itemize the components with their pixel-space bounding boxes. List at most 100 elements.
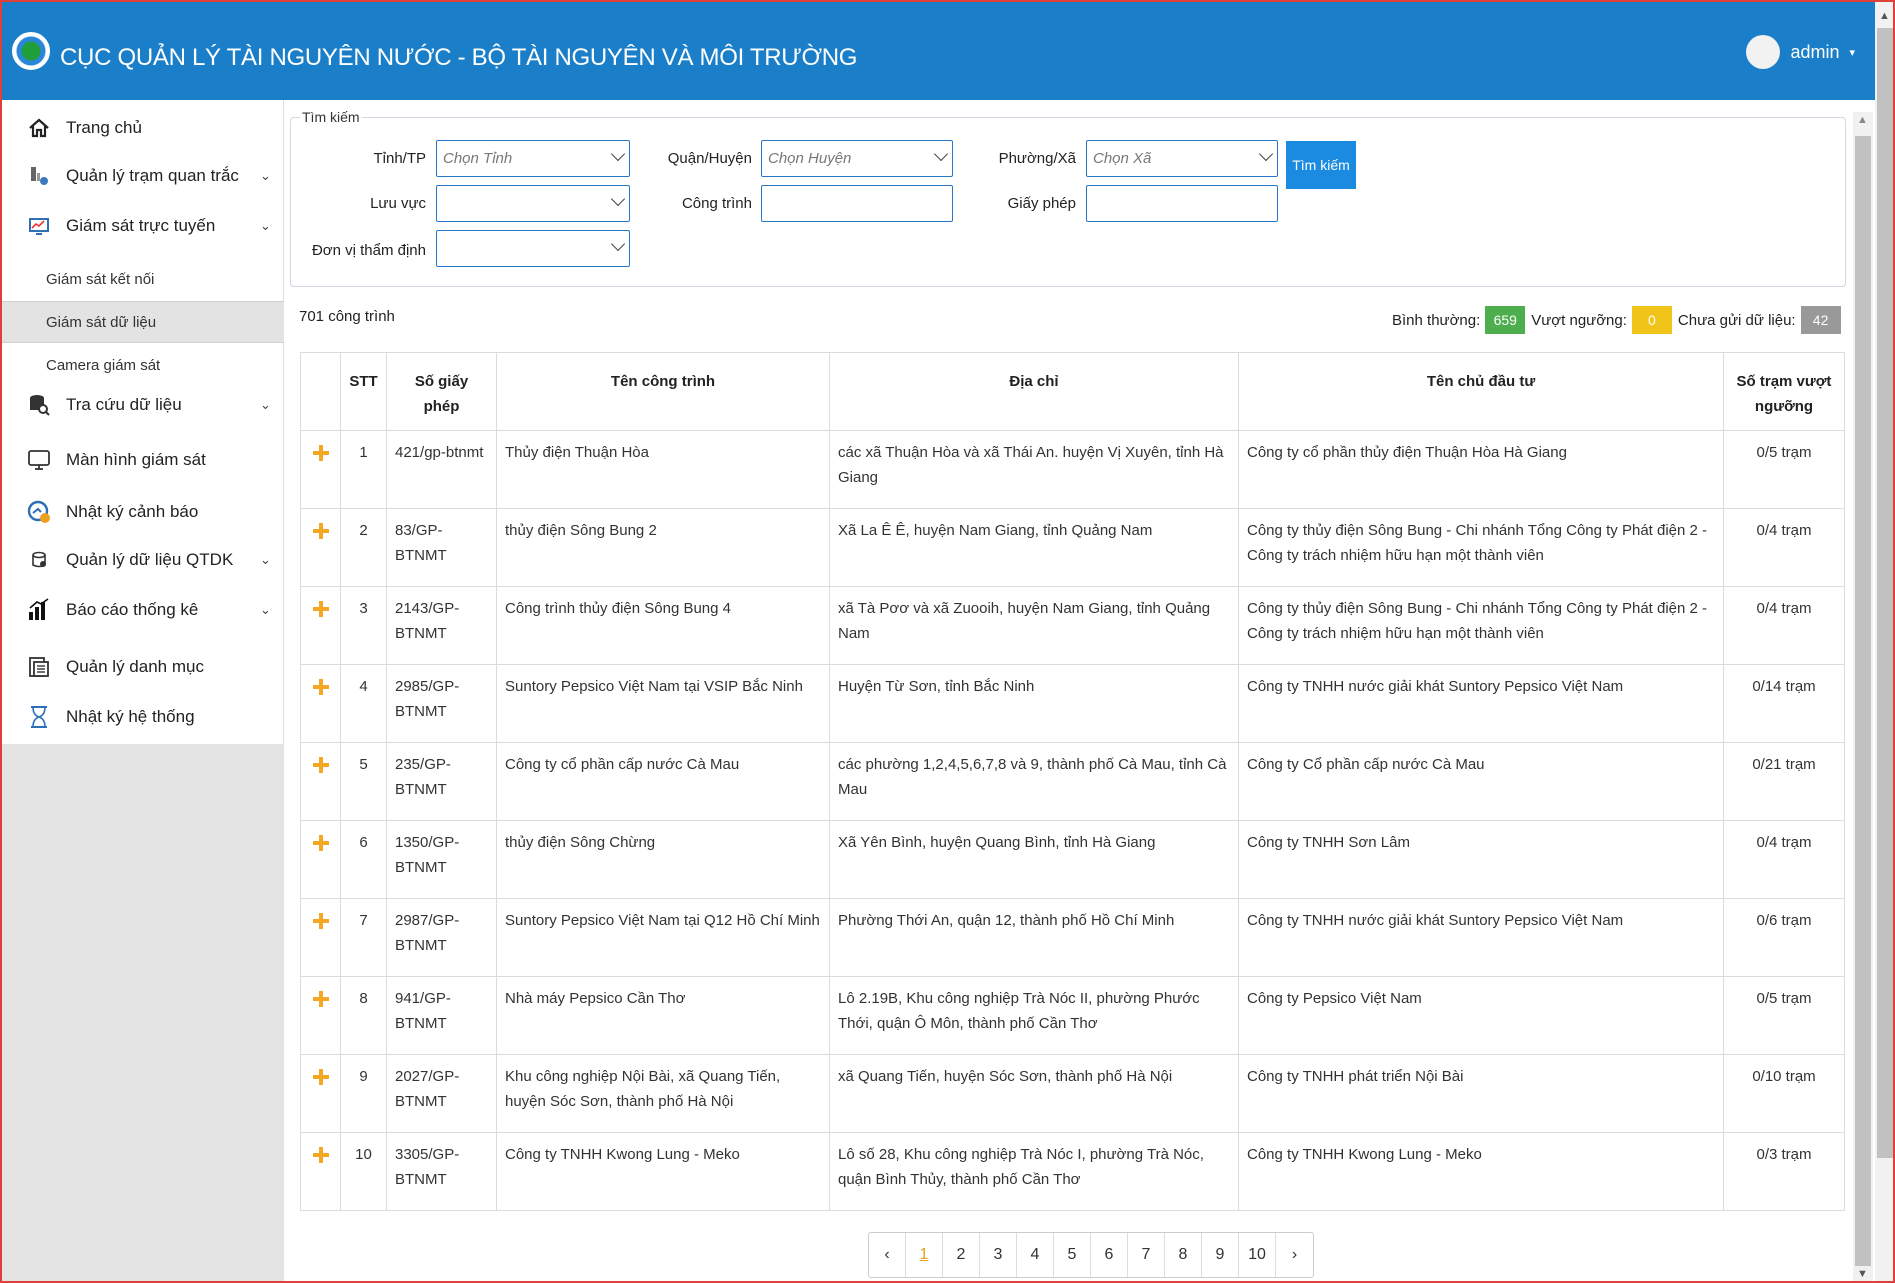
expand-plus-icon[interactable] <box>312 757 329 773</box>
app-title: CỤC QUẢN LÝ TÀI NGUYÊN NƯỚC - BỘ TÀI NGU… <box>60 44 858 71</box>
sidebar-item-system-log[interactable]: Nhật ký hệ thống <box>2 697 284 737</box>
project-name-cell: Suntory Pepsico Việt Nam tại VSIP Bắc Ni… <box>496 664 830 743</box>
license-cell: 1350/GP-BTNMT <box>386 820 497 899</box>
license-cell: 83/GP-BTNMT <box>386 508 497 587</box>
address-cell: Xã Yên Bình, huyện Quang Bình, tỉnh Hà G… <box>829 820 1239 899</box>
pagination-page-8[interactable]: 8 <box>1165 1233 1202 1277</box>
caret-down-icon: ▾ <box>1849 46 1855 59</box>
license-cell: 941/GP-BTNMT <box>386 976 497 1055</box>
license-cell: 3305/GP-BTNMT <box>386 1132 497 1211</box>
normal-count-badge: 659 <box>1485 306 1526 334</box>
address-cell: Lô số 28, Khu công nghiệp Trà Nóc I, phư… <box>829 1132 1239 1211</box>
exceeding-stations-cell: 0/5 trạm <box>1723 430 1845 509</box>
search-button[interactable]: Tìm kiếm <box>1286 141 1356 189</box>
catalog-icon <box>26 654 52 680</box>
pagination: ‹ 1 2 3 4 5 6 7 8 9 10 › <box>868 1232 1314 1278</box>
sidebar-item-qtdk-data[interactable]: Quản lý dữ liệu QTDK ⌄ <box>2 540 284 580</box>
table-row: 7 2987/GP-BTNMT Suntory Pepsico Việt Nam t… <box>300 898 1845 977</box>
exceeding-stations-cell: 0/6 trạm <box>1723 898 1845 977</box>
license-input[interactable] <box>1086 185 1278 222</box>
pagination-page-9[interactable]: 9 <box>1202 1233 1239 1277</box>
pagination-prev-button[interactable]: ‹ <box>869 1233 906 1277</box>
pagination-page-2[interactable]: 2 <box>943 1233 980 1277</box>
sidebar-item-station-management[interactable]: Quản lý trạm quan trắc ⌄ <box>2 156 284 196</box>
project-input[interactable] <box>761 185 953 222</box>
chevron-down-icon: ⌄ <box>260 552 271 567</box>
sidebar-item-statistics-report[interactable]: Báo cáo thống kê ⌄ <box>2 590 284 630</box>
stt-cell: 4 <box>340 664 387 743</box>
exceed-count-badge: 0 <box>1631 306 1672 334</box>
pagination-page-4[interactable]: 4 <box>1017 1233 1054 1277</box>
owner-cell: Công ty TNHH Kwong Lung - Meko <box>1238 1132 1724 1211</box>
exceeding-stations-cell: 0/4 trạm <box>1723 820 1845 899</box>
exceeding-stations-cell: 0/4 trạm <box>1723 586 1845 665</box>
expand-plus-icon[interactable] <box>312 679 329 695</box>
exceeding-stations-cell: 0/21 trạm <box>1723 742 1845 821</box>
scroll-up-icon[interactable]: ▲ <box>1879 10 1890 22</box>
pagination-page-7[interactable]: 7 <box>1128 1233 1165 1277</box>
pagination-page-5[interactable]: 5 <box>1054 1233 1091 1277</box>
expand-plus-icon[interactable] <box>312 835 329 851</box>
sidebar-item-catalog-management[interactable]: Quản lý danh mục <box>2 647 284 687</box>
sidebar-subitem-data-monitoring[interactable]: Giám sát dữ liệu <box>2 301 284 343</box>
expand-plus-icon[interactable] <box>312 913 329 929</box>
scroll-up-icon[interactable]: ▲ <box>1857 114 1868 126</box>
expand-plus-icon[interactable] <box>312 601 329 617</box>
scroll-down-icon[interactable]: ▼ <box>1857 1268 1868 1280</box>
expand-plus-icon[interactable] <box>312 1069 329 1085</box>
address-cell: Phường Thới An, quận 12, thành phố Hồ Ch… <box>829 898 1239 977</box>
owner-cell: Công ty cổ phần thủy điện Thuận Hòa Hà G… <box>1238 430 1724 509</box>
exceeding-stations-cell: 0/4 trạm <box>1723 508 1845 587</box>
chevron-down-icon <box>933 146 949 162</box>
ward-label: Phường/Xã <box>998 150 1076 167</box>
ward-select[interactable]: Chọn Xã <box>1086 140 1278 177</box>
basin-select[interactable] <box>436 185 630 222</box>
window-scrollbar-thumb[interactable] <box>1877 28 1893 1158</box>
appraisal-unit-select[interactable] <box>436 230 630 267</box>
sidebar: Trang chủ Quản lý trạm quan trắc ⌄ Giám … <box>2 100 284 744</box>
sidebar-item-monitoring-screen[interactable]: Màn hình giám sát <box>2 440 284 480</box>
table-row: 4 2985/GP-BTNMT Suntory Pepsico Việt Nam t… <box>300 664 1845 743</box>
exceeding-stations-column-header: Số trạm vượt ngưỡng <box>1723 352 1845 431</box>
stt-cell: 5 <box>340 742 387 821</box>
data-manage-icon <box>26 547 52 573</box>
expand-row-cell <box>300 586 341 665</box>
table-row: 3 2143/GP-BTNMT Công trình thủy điện Sông … <box>300 586 1845 665</box>
pagination-page-3[interactable]: 3 <box>980 1233 1017 1277</box>
project-name-cell: thủy điện Sông Bung 2 <box>496 508 830 587</box>
pagination-next-button[interactable]: › <box>1276 1233 1313 1277</box>
sidebar-item-alert-log[interactable]: Nhật ký cảnh báo <box>2 492 284 532</box>
expand-plus-icon[interactable] <box>312 445 329 461</box>
expand-plus-icon[interactable] <box>312 523 329 539</box>
province-select[interactable]: Chọn Tỉnh <box>436 140 630 177</box>
pagination-page-10[interactable]: 10 <box>1239 1233 1276 1277</box>
owner-cell: Công ty thủy điện Sông Bung - Chi nhánh … <box>1238 508 1724 587</box>
pagination-page-1[interactable]: 1 <box>906 1233 943 1277</box>
avatar <box>1746 35 1781 69</box>
project-name-cell: Thủy điện Thuận Hòa <box>496 430 830 509</box>
appraisal-unit-label: Đơn vị thẩm định <box>311 242 426 259</box>
nodata-status-label: Chưa gửi dữ liệu: <box>1677 311 1796 329</box>
sidebar-item-home[interactable]: Trang chủ <box>2 108 284 148</box>
sidebar-subitem-connection-monitoring[interactable]: Giám sát kết nối <box>2 258 284 300</box>
sidebar-item-data-lookup[interactable]: Tra cứu dữ liệu ⌄ <box>2 385 284 425</box>
address-cell: các xã Thuận Hòa và xã Thái An. huyện Vị… <box>829 430 1239 509</box>
stt-cell: 6 <box>340 820 387 899</box>
expand-row-cell <box>300 1054 341 1133</box>
expand-plus-icon[interactable] <box>312 991 329 1007</box>
content-scrollbar-thumb[interactable] <box>1855 136 1871 1266</box>
license-cell: 2985/GP-BTNMT <box>386 664 497 743</box>
sidebar-subitem-camera-monitoring[interactable]: Camera giám sát <box>2 344 284 386</box>
ministry-logo-icon <box>12 32 50 70</box>
district-select[interactable]: Chọn Huyện <box>761 140 953 177</box>
stt-cell: 3 <box>340 586 387 665</box>
table-row: 2 83/GP-BTNMT thủy điện Sông Bung 2 Xã La Ê… <box>300 508 1845 587</box>
user-menu[interactable]: admin ▾ <box>1746 32 1855 72</box>
stt-cell: 1 <box>340 430 387 509</box>
pagination-page-6[interactable]: 6 <box>1091 1233 1128 1277</box>
expand-plus-icon[interactable] <box>312 1147 329 1163</box>
bar-chart-icon <box>26 597 52 623</box>
sidebar-item-online-monitoring[interactable]: Giám sát trực tuyến ⌄ <box>2 206 284 246</box>
expand-row-cell <box>300 430 341 509</box>
owner-cell: Công ty TNHH nước giải khát Suntory Peps… <box>1238 898 1724 977</box>
